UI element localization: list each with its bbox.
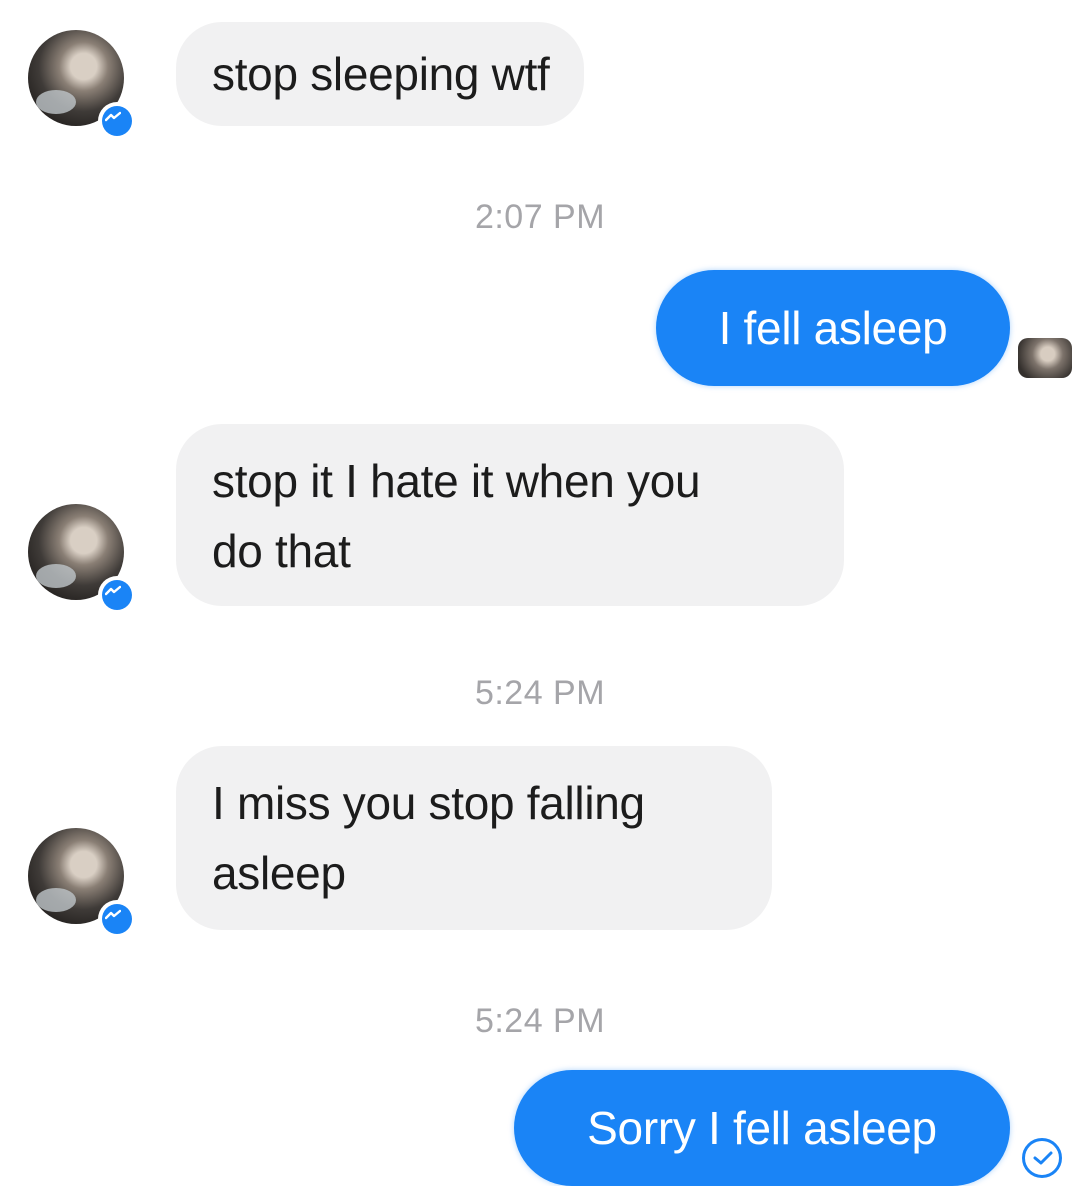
- messenger-badge-icon: [98, 576, 136, 614]
- message-text-line: I miss you stop falling: [212, 777, 645, 829]
- timestamp: 2:07 PM: [474, 198, 606, 236]
- message-text: stop sleeping wtf: [212, 48, 550, 100]
- contact-avatar[interactable]: [28, 30, 136, 140]
- message-bubble-outgoing[interactable]: I fell asleep: [656, 270, 1010, 386]
- message-bubble-incoming[interactable]: I miss you stop falling asleep: [176, 746, 772, 930]
- message-text-line: do that: [212, 525, 351, 577]
- messenger-badge-icon: [98, 900, 136, 938]
- contact-avatar[interactable]: [28, 828, 136, 938]
- timestamp: 5:24 PM: [474, 674, 606, 712]
- message-bubble-incoming[interactable]: stop sleeping wtf: [176, 22, 584, 126]
- message-text-line: asleep: [212, 847, 346, 899]
- message-text-line: stop it I hate it when you: [212, 455, 701, 507]
- message-bubble-outgoing[interactable]: Sorry I fell asleep: [514, 1070, 1010, 1186]
- seen-check-icon: [1022, 1138, 1062, 1178]
- message-text: I fell asleep: [718, 302, 948, 354]
- message-bubble-incoming[interactable]: stop it I hate it when you do that: [176, 424, 844, 606]
- timestamp: 5:24 PM: [474, 1002, 606, 1040]
- contact-avatar[interactable]: [28, 504, 136, 614]
- messenger-badge-icon: [98, 102, 136, 140]
- seen-avatar: [1018, 338, 1072, 378]
- message-text: Sorry I fell asleep: [587, 1102, 937, 1154]
